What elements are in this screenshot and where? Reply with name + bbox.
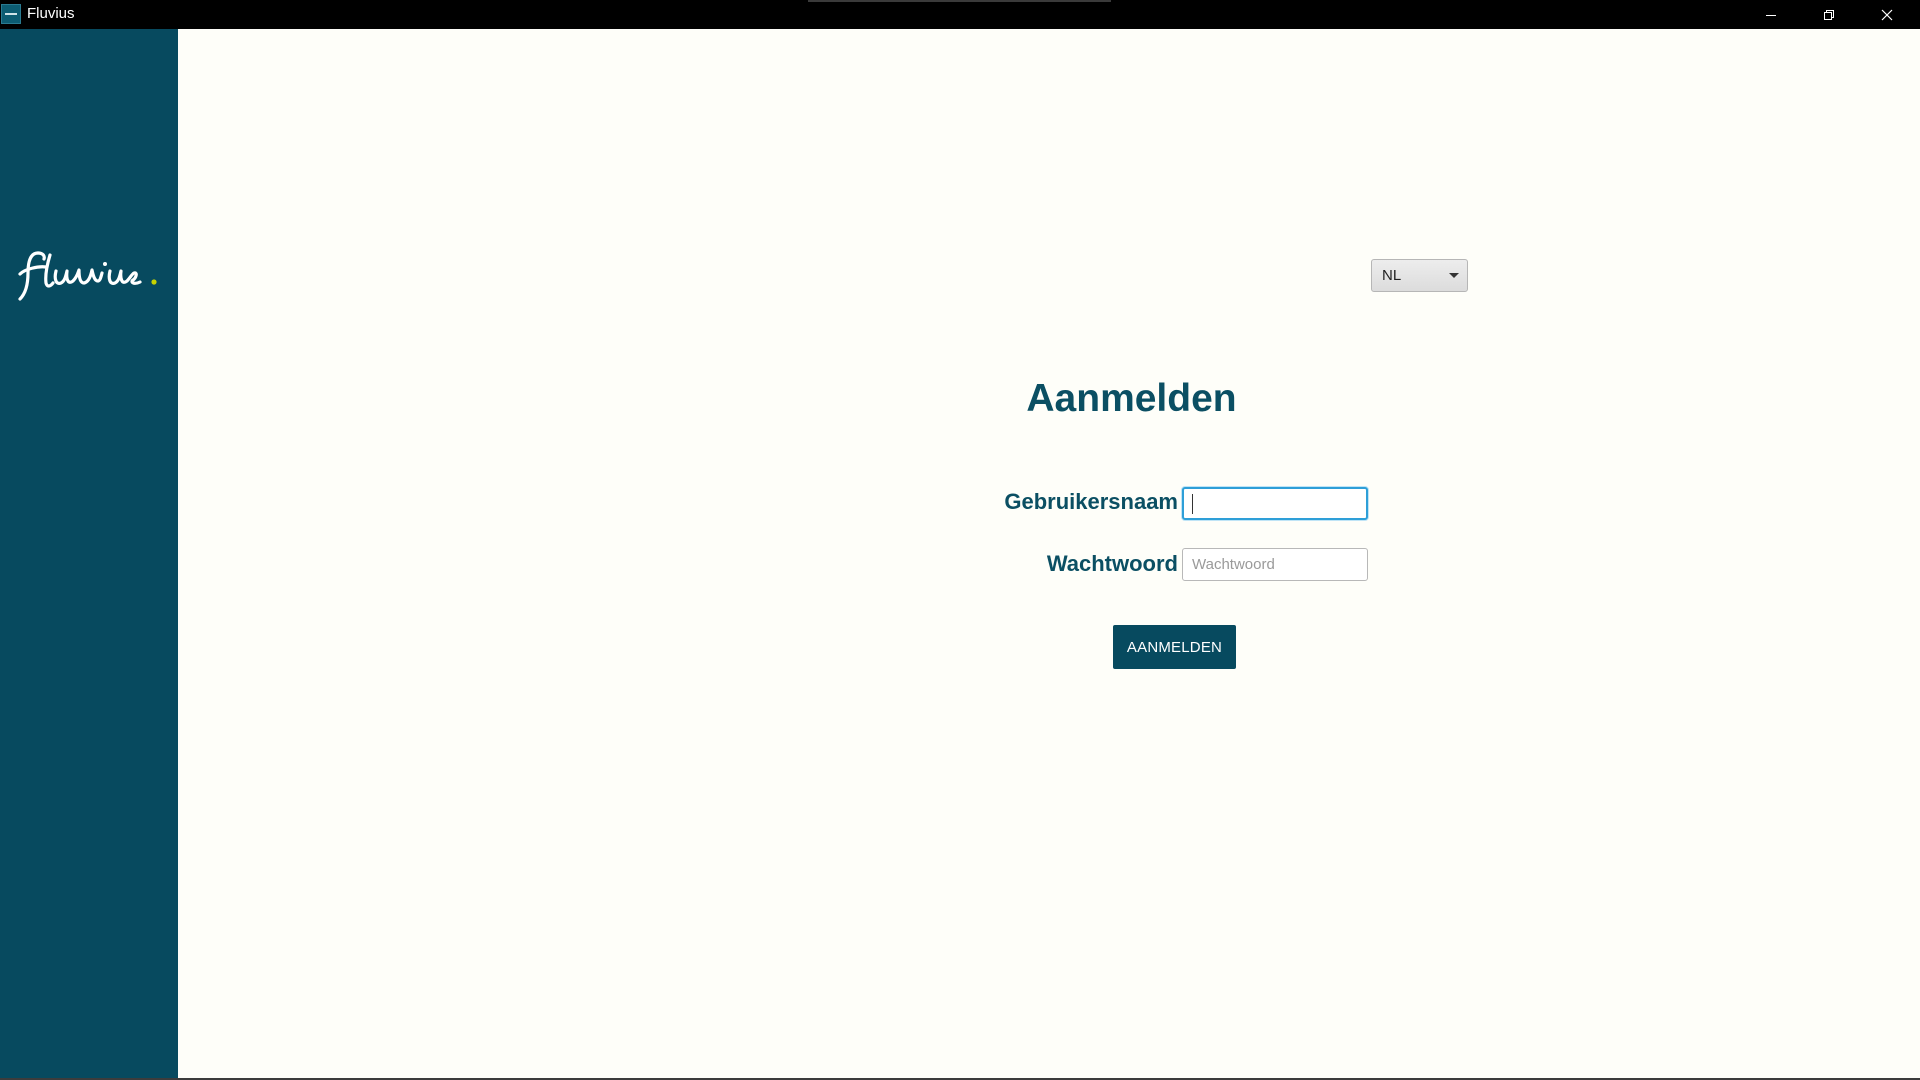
app-content: NL Aanmelden Gebruikersnaam Wachtwoord A… xyxy=(0,29,1920,1078)
username-label: Gebruikersnaam xyxy=(1004,489,1178,514)
title-bar[interactable]: Fluvius xyxy=(0,0,1920,29)
close-button[interactable] xyxy=(1858,0,1916,29)
restore-button[interactable] xyxy=(1800,0,1858,29)
minimize-icon xyxy=(1766,14,1776,16)
password-input[interactable] xyxy=(1182,548,1368,581)
username-input[interactable] xyxy=(1182,487,1368,520)
title-drag-strip xyxy=(808,0,1111,2)
app-window: Fluvius NL Aanmelden Gebruikersnaam Wach… xyxy=(0,0,1920,1080)
chevron-down-icon xyxy=(1449,273,1459,278)
app-icon xyxy=(1,4,21,24)
restore-icon xyxy=(1824,9,1834,20)
close-icon xyxy=(1881,9,1893,20)
page-title: Aanmelden xyxy=(1026,377,1237,421)
language-select[interactable]: NL xyxy=(1371,259,1468,292)
language-value: NL xyxy=(1382,267,1402,284)
window-title: Fluvius xyxy=(27,5,75,22)
login-button[interactable]: AANMELDEN xyxy=(1113,625,1236,669)
password-label: Wachtwoord xyxy=(1046,551,1178,576)
login-panel: NL Aanmelden Gebruikersnaam Wachtwoord A… xyxy=(178,29,1920,1078)
sidebar xyxy=(0,29,178,1078)
text-cursor xyxy=(1192,494,1193,514)
minimize-button[interactable] xyxy=(1742,0,1800,29)
fluvius-logo xyxy=(18,251,157,301)
